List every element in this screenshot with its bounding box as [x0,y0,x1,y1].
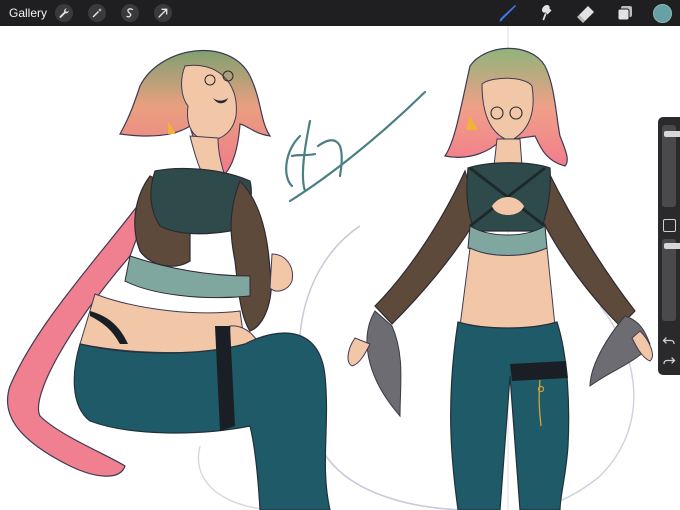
signature-drawing [285,90,427,203]
brush-size-slider[interactable] [662,125,680,207]
left-figure-drawing [6,50,331,510]
drawing-canvas[interactable] [0,26,680,510]
redo-icon[interactable] [662,355,676,367]
brush-opacity-slider[interactable] [662,239,680,321]
transform-arrow-icon[interactable] [154,4,173,22]
brush-size-thumb[interactable] [664,131,680,138]
magic-wand-icon[interactable] [88,4,107,22]
eraser-icon[interactable] [575,2,597,24]
gallery-button[interactable]: Gallery [9,6,47,20]
modifier-button-icon[interactable] [663,219,676,232]
brush-opacity-thumb[interactable] [664,242,680,249]
layers-icon[interactable] [614,2,636,24]
undo-icon[interactable] [662,335,676,347]
color-swatch-button[interactable] [653,3,672,23]
wrench-icon[interactable] [55,4,74,22]
smudge-icon[interactable] [536,2,558,24]
brush-icon[interactable] [497,2,519,24]
right-figure-drawing [347,47,653,510]
right-tool-group [480,0,680,26]
top-toolbar: Gallery [0,0,680,26]
brush-sidebar [658,117,680,375]
selection-icon[interactable] [121,4,140,22]
